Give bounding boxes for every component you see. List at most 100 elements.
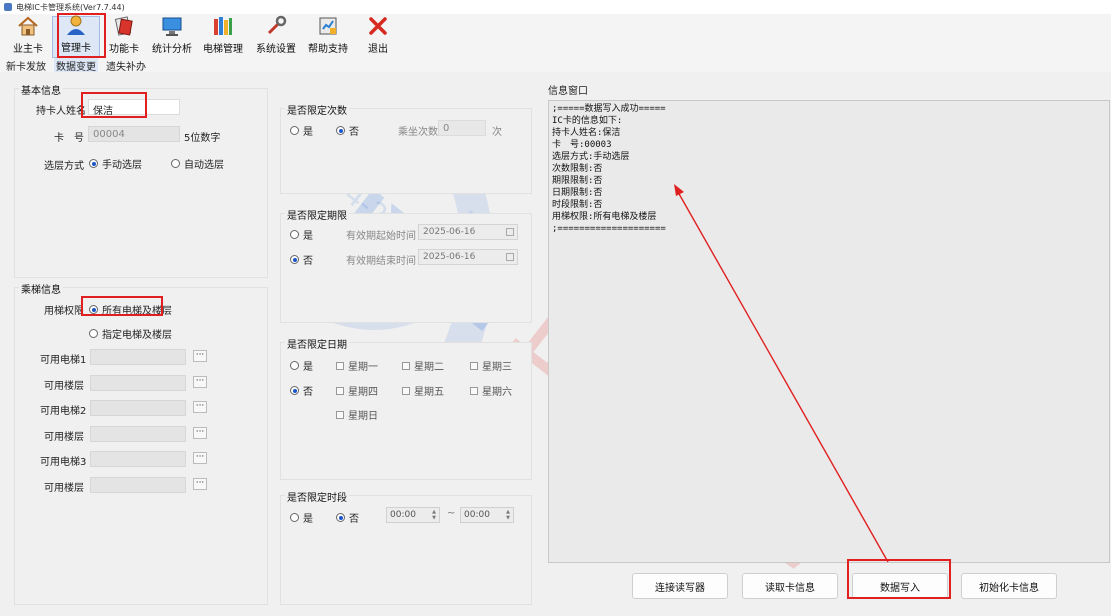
holder-name-input[interactable]: 保洁 <box>88 99 180 117</box>
check-label: 星期六 <box>482 387 512 398</box>
radio-count-yes[interactable]: 是 <box>290 123 313 138</box>
write-data-button[interactable]: 数据写入 <box>852 573 948 599</box>
elevator-3-label: 可用电梯3 <box>40 457 87 468</box>
toolbar-owner-card[interactable]: 业主卡 <box>4 16 52 58</box>
group-title: 是否限定日期 <box>285 336 349 351</box>
wrench-icon <box>265 15 287 37</box>
timeslot-separator: ~ <box>447 508 456 519</box>
floor-1-label: 可用楼层 <box>44 381 84 392</box>
elevator-1-input[interactable] <box>90 349 186 365</box>
radio-dot <box>290 361 299 370</box>
radio-timeslot-no[interactable]: 否 <box>336 510 359 525</box>
check-thursday[interactable]: 星期四 <box>336 383 378 398</box>
floor-1-input[interactable] <box>90 375 186 391</box>
info-line: 次数限制:否 <box>552 164 603 174</box>
elevator-3-browse-button[interactable]: ··· <box>193 452 207 464</box>
radio-dot <box>89 329 98 338</box>
group-title: 基本信息 <box>19 82 63 97</box>
end-time-label: 有效期结束时间 <box>346 256 416 267</box>
radio-weekday-yes[interactable]: 是 <box>290 358 313 373</box>
radio-label: 否 <box>349 127 359 138</box>
radio-auto-floor[interactable]: 自动选层 <box>171 156 224 171</box>
radio-label: 否 <box>303 256 313 267</box>
radio-label: 是 <box>303 127 313 138</box>
info-line: ;==================== <box>552 224 666 234</box>
card-number-input[interactable]: 00004 <box>88 126 180 142</box>
elevator-2-label: 可用电梯2 <box>40 406 87 417</box>
toolbar-admin-card[interactable]: 管理卡 <box>52 14 100 58</box>
start-date-value: 2025-06-16 <box>423 227 476 237</box>
init-card-button[interactable]: 初始化卡信息 <box>961 573 1057 599</box>
radio-count-no[interactable]: 否 <box>336 123 359 138</box>
checkbox <box>402 386 410 395</box>
info-line: 时段限制:否 <box>552 200 603 210</box>
check-saturday[interactable]: 星期六 <box>470 383 512 398</box>
elevator-2-browse-button[interactable]: ··· <box>193 401 207 413</box>
info-line: 持卡人姓名:保洁 <box>552 128 621 138</box>
floor-3-browse-button[interactable]: ··· <box>193 478 207 490</box>
timeslot-start-spinner[interactable]: 00:00 ▲ ▼ <box>386 507 440 523</box>
toolbar-label: 帮助支持 <box>308 44 348 55</box>
card-icon <box>113 15 135 37</box>
holder-name-label: 持卡人姓名 <box>36 106 86 117</box>
subtab-new-card[interactable]: 新卡发放 <box>6 58 46 73</box>
spinner-arrows-icon[interactable]: ▲ ▼ <box>504 509 512 521</box>
toolbar-statistics[interactable]: 统计分析 <box>148 16 196 58</box>
floor-3-input[interactable] <box>90 477 186 493</box>
radio-label: 是 <box>303 362 313 373</box>
floor-2-input[interactable] <box>90 426 186 442</box>
toolbar-label: 业主卡 <box>13 44 43 55</box>
radio-timeslot-yes[interactable]: 是 <box>290 510 313 525</box>
ride-count-unit: 次 <box>492 127 502 138</box>
check-label: 星期一 <box>348 362 378 373</box>
check-friday[interactable]: 星期五 <box>402 383 444 398</box>
toolbar-help-support[interactable]: 帮助支持 <box>302 16 354 58</box>
radio-manual-floor[interactable]: 手动选层 <box>89 156 142 171</box>
permission-label: 用梯权限 <box>44 306 84 317</box>
timeslot-end-spinner[interactable]: 00:00 ▲ ▼ <box>460 507 514 523</box>
radio-period-no[interactable]: 否 <box>290 252 313 267</box>
subtab-bar: 新卡发放 数据变更 遗失补办 <box>0 58 1111 73</box>
info-line: 日期限制:否 <box>552 188 603 198</box>
toolbar-exit[interactable]: 退出 <box>354 16 402 58</box>
floor-1-browse-button[interactable]: ··· <box>193 376 207 388</box>
elevator-1-browse-button[interactable]: ··· <box>193 350 207 362</box>
subtab-lost-replace[interactable]: 遗失补办 <box>106 58 146 73</box>
main-toolbar: 业主卡 管理卡 功能卡 统计分析 电梯管理 系统设置 帮助支持 退出 <box>0 14 1111 58</box>
info-line: 选层方式:手动选层 <box>552 152 630 162</box>
radio-weekday-no[interactable]: 否 <box>290 383 313 398</box>
radio-specific-elevators[interactable]: 指定电梯及楼层 <box>89 326 172 341</box>
start-date-picker[interactable]: 2025-06-16 <box>418 224 518 240</box>
user-icon <box>65 14 87 36</box>
radio-period-yes[interactable]: 是 <box>290 227 313 242</box>
end-date-value: 2025-06-16 <box>423 252 476 262</box>
read-card-button[interactable]: 读取卡信息 <box>742 573 838 599</box>
check-wednesday[interactable]: 星期三 <box>470 358 512 373</box>
checkbox <box>336 410 344 419</box>
toolbar-elevator-management[interactable]: 电梯管理 <box>196 16 250 58</box>
end-date-picker[interactable]: 2025-06-16 <box>418 249 518 265</box>
check-monday[interactable]: 星期一 <box>336 358 378 373</box>
connect-reader-button[interactable]: 连接读写器 <box>632 573 728 599</box>
elevator-1-label: 可用电梯1 <box>40 355 87 366</box>
radio-dot <box>336 126 345 135</box>
info-line: 卡 号:00003 <box>552 140 612 150</box>
radio-dot <box>290 230 299 239</box>
check-sunday[interactable]: 星期日 <box>336 407 378 422</box>
toolbar-label: 退出 <box>368 44 388 55</box>
elevator-3-input[interactable] <box>90 451 186 467</box>
toolbar-function-card[interactable]: 功能卡 <box>100 16 148 58</box>
check-label: 星期日 <box>348 411 378 422</box>
start-time-label: 有效期起始时间 <box>346 231 416 242</box>
toolbar-system-settings[interactable]: 系统设置 <box>250 15 302 58</box>
toolbar-label: 电梯管理 <box>203 44 243 55</box>
ride-count-input[interactable]: 0 <box>438 120 486 136</box>
elevator-2-input[interactable] <box>90 400 186 416</box>
card-number-hint: 5位数字 <box>184 133 221 144</box>
subtab-data-change[interactable]: 数据变更 <box>54 58 98 73</box>
floor-2-browse-button[interactable]: ··· <box>193 427 207 439</box>
spinner-arrows-icon[interactable]: ▲ ▼ <box>430 509 438 521</box>
check-tuesday[interactable]: 星期二 <box>402 358 444 373</box>
radio-all-elevators[interactable]: 所有电梯及楼层 <box>89 302 172 317</box>
info-window-textarea[interactable]: ;=====数据写入成功===== IC卡的信息如下: 持卡人姓名:保洁 卡 号… <box>548 100 1110 563</box>
